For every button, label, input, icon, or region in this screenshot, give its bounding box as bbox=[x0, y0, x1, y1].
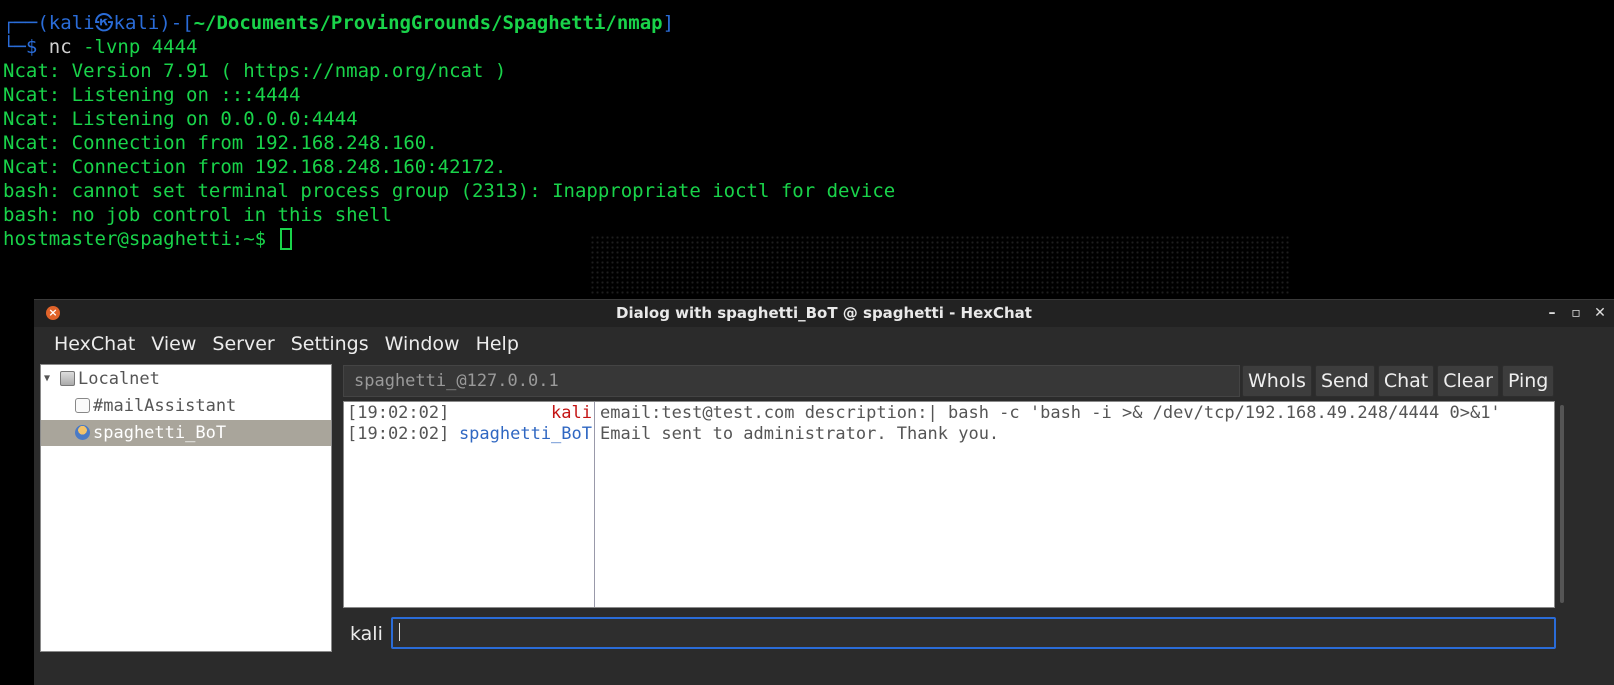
clear-button[interactable]: Clear bbox=[1437, 365, 1499, 397]
menu-help[interactable]: Help bbox=[468, 327, 527, 361]
terminal-output-line: Ncat: Connection from 192.168.248.160:42… bbox=[3, 156, 507, 178]
terminal-prompt-line-2: └─$ nc -lvnp 4444 bbox=[3, 36, 198, 58]
scrollbar-thumb[interactable] bbox=[1560, 405, 1564, 603]
terminal-output-line: bash: cannot set terminal process group … bbox=[3, 180, 896, 202]
server-icon bbox=[60, 371, 75, 386]
close-icon[interactable]: ✕ bbox=[1594, 300, 1606, 327]
window-controls: – ▫ ✕ bbox=[1546, 300, 1606, 327]
window-title: Dialog with spaghetti_BoT @ spaghetti - … bbox=[616, 304, 1032, 322]
send-button[interactable]: Send bbox=[1314, 365, 1375, 397]
whois-button[interactable]: WhoIs bbox=[1242, 365, 1312, 397]
message-text: Email sent to administrator. Thank you. bbox=[600, 424, 1000, 444]
hexchat-window[interactable]: × Dialog with spaghetti_BoT @ spaghetti … bbox=[34, 299, 1614, 685]
menu-hexchat[interactable]: HexChat bbox=[46, 327, 143, 361]
command-name: nc bbox=[48, 36, 72, 58]
server-tree: ▼ Localnet #mailAssistant spaghetti_BoT bbox=[40, 364, 332, 652]
chat-button[interactable]: Chat bbox=[1377, 365, 1435, 397]
dialog-buttons: WhoIs Send Chat Clear Ping bbox=[1242, 365, 1555, 397]
chat-message: [19:02:02] spaghetti_BoT Email sent to a… bbox=[344, 424, 1554, 445]
chat-scrollbar[interactable] bbox=[1557, 401, 1567, 608]
menu-settings[interactable]: Settings bbox=[283, 327, 377, 361]
channel-icon bbox=[75, 398, 90, 413]
timestamp: [19:02:02] bbox=[347, 403, 450, 423]
input-nick-button[interactable]: kali bbox=[350, 618, 383, 650]
menu-bar: HexChat View Server Settings Window Help bbox=[34, 327, 1614, 361]
user-icon bbox=[75, 425, 90, 440]
terminal-output-line: Ncat: Version 7.91 ( https://nmap.org/nc… bbox=[3, 60, 507, 82]
wallpaper-dot-pattern bbox=[590, 235, 1290, 295]
message-input[interactable] bbox=[391, 617, 1556, 649]
terminal-cursor bbox=[279, 228, 292, 250]
chat-message: [19:02:02] kali email:test@test.com desc… bbox=[344, 403, 1554, 424]
terminal-prompt-line-1: ┌──(kali㉿kali)-[~/Documents/ProvingGroun… bbox=[3, 12, 675, 34]
chat-log[interactable]: [19:02:02] kali email:test@test.com desc… bbox=[343, 401, 1555, 608]
message-text: email:test@test.com description:| bash -… bbox=[600, 403, 1501, 423]
message-nick[interactable]: spaghetti_BoT bbox=[459, 424, 592, 445]
tree-item-channel[interactable]: #mailAssistant bbox=[41, 393, 331, 419]
terminal-output-line: Ncat: Connection from 192.168.248.160. bbox=[3, 132, 438, 154]
minimize-icon[interactable]: – bbox=[1546, 300, 1558, 327]
timestamp: [19:02:02] bbox=[347, 424, 450, 444]
topic-bar[interactable]: spaghetti_@127.0.0.1 bbox=[343, 365, 1240, 397]
menu-window[interactable]: Window bbox=[377, 327, 468, 361]
ping-button[interactable]: Ping bbox=[1501, 365, 1555, 397]
tree-item-server[interactable]: ▼ Localnet bbox=[41, 366, 331, 392]
menu-view[interactable]: View bbox=[143, 327, 204, 361]
maximize-icon[interactable]: ▫ bbox=[1570, 300, 1582, 327]
menu-server[interactable]: Server bbox=[204, 327, 282, 361]
title-bar[interactable]: × Dialog with spaghetti_BoT @ spaghetti … bbox=[34, 300, 1614, 327]
terminal-output-line: Ncat: Listening on :::4444 bbox=[3, 84, 301, 106]
terminal-output-line: bash: no job control in this shell bbox=[3, 204, 392, 226]
message-nick[interactable]: kali bbox=[551, 403, 592, 424]
input-caret bbox=[399, 623, 400, 641]
terminal-output-line: Ncat: Listening on 0.0.0.0:4444 bbox=[3, 108, 358, 130]
tree-item-query[interactable]: spaghetti_BoT bbox=[41, 420, 331, 446]
command-args: -lvnp 4444 bbox=[71, 36, 198, 58]
expand-triangle-icon[interactable]: ▼ bbox=[44, 366, 50, 392]
hexchat-close-icon[interactable]: × bbox=[46, 306, 60, 320]
